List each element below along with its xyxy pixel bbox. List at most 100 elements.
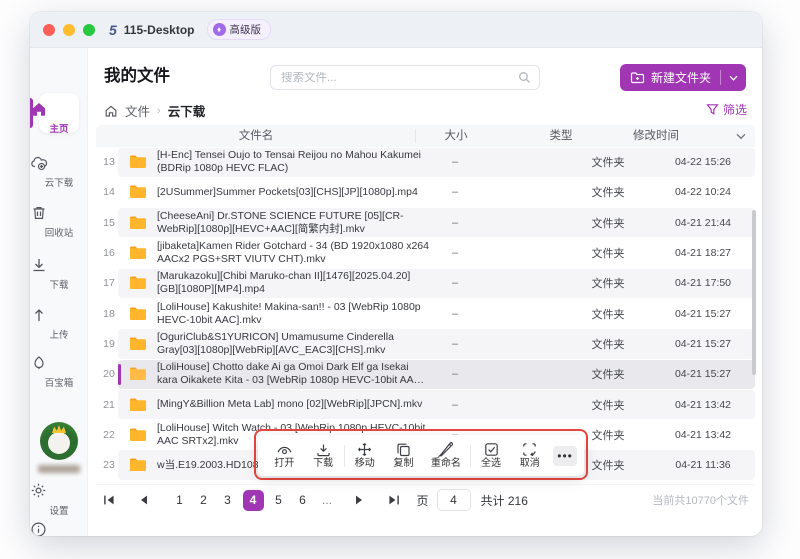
page-number-active[interactable]: 4	[242, 489, 264, 511]
move-arrows-icon	[357, 442, 372, 457]
deselect-button[interactable]: 取消	[510, 438, 549, 474]
traffic-lights	[43, 23, 95, 36]
select-all-button[interactable]: 全选	[472, 438, 511, 474]
sidebar-item-cloud-download[interactable]: 云下载	[30, 154, 88, 189]
prev-page-button[interactable]	[135, 490, 153, 511]
sidebar-item-about[interactable]: 关于	[30, 521, 88, 536]
window-zoom-button[interactable]	[83, 23, 95, 36]
table-row[interactable]: 17 [Marukazoku][Chibi Maruko-chan II][14…	[96, 268, 755, 298]
file-modified: 04-21 13:42	[674, 398, 732, 411]
more-actions-button[interactable]: •••	[553, 445, 577, 466]
page-input[interactable]	[436, 489, 471, 511]
next-page-button[interactable]	[350, 490, 368, 511]
column-header-type[interactable]: 类型	[521, 125, 661, 147]
folder-icon	[129, 275, 146, 290]
table-row[interactable]: 15 [CheeseAni] Dr.STONE SCIENCE FUTURE […	[96, 208, 755, 238]
premium-badge-label: 高级版	[229, 24, 262, 36]
page-number[interactable]: 6	[294, 490, 312, 511]
sidebar-item-toolbox[interactable]: 百宝箱	[30, 354, 88, 389]
home-icon	[30, 100, 88, 118]
file-modified: 04-21 18:27	[674, 247, 732, 260]
open-button[interactable]: 打开	[265, 438, 304, 474]
file-name: [Marukazoku][Chibi Maruko-chan II][1476]…	[157, 270, 411, 296]
last-page-button[interactable]	[385, 490, 403, 511]
breadcrumb-root[interactable]: 文件	[125, 101, 150, 120]
cloud-download-icon	[30, 154, 88, 172]
sidebar-item-label: 上传	[49, 330, 69, 341]
sidebar-item-settings[interactable]: 设置	[30, 482, 88, 517]
file-name: [OguriClub&S1YURICON] Umamusume Cinderel…	[157, 330, 394, 356]
file-size: –	[451, 247, 459, 260]
table-row[interactable]: 19 [OguriClub&S1YURICON] Umamusume Cinde…	[96, 329, 755, 359]
file-size: –	[451, 186, 459, 199]
page-number[interactable]: 5	[270, 490, 288, 511]
file-modified: 04-21 17:50	[674, 277, 732, 290]
table-row[interactable]: 18 [LoliHouse] Kakushite! Makina-san!! -…	[96, 298, 755, 328]
annotation-highlight-box: 打开 下载 移动 复制 重命名 全选 取消 •••	[254, 429, 588, 480]
table-row-selected[interactable]: 20 [LoliHouse] Chotto dake Ai ga Omoi Da…	[96, 359, 755, 389]
page-number[interactable]: 3	[219, 490, 237, 511]
app-logo-icon: 5	[109, 21, 117, 38]
breadcrumb-home-icon[interactable]	[104, 104, 118, 118]
file-type: 文件夹	[591, 278, 625, 291]
file-name: [2USummer]Summer Pockets[03][CHS][JP][10…	[157, 185, 418, 198]
rename-button[interactable]: 重命名	[423, 438, 469, 474]
premium-badge[interactable]: ♦ 高级版	[206, 19, 271, 40]
file-modified: 04-21 11:36	[675, 459, 731, 472]
sidebar-item-home[interactable]: 主页	[30, 93, 88, 135]
avatar-crown	[52, 425, 66, 433]
deselect-icon	[522, 442, 537, 457]
sidebar-item-download[interactable]: 下载	[30, 256, 88, 291]
sidebar-item-label: 主页	[49, 124, 69, 135]
table-header: 文件名 大小 类型 修改时间	[96, 125, 755, 147]
download-icon	[30, 256, 88, 274]
move-button[interactable]: 移动	[345, 438, 384, 474]
search-input[interactable]	[281, 71, 518, 84]
scrollbar-thumb[interactable]	[752, 210, 756, 375]
column-header-modified[interactable]: 修改时间	[606, 125, 706, 147]
content-pane: 我的文件 新建文件夹	[88, 48, 762, 536]
file-modified: 04-21 15:27	[674, 337, 732, 350]
app-title: 115-Desktop	[123, 22, 195, 37]
copy-button[interactable]: 复制	[384, 438, 423, 474]
folder-icon	[129, 336, 146, 351]
files-count-summary: 当前共10770个文件	[652, 495, 749, 507]
open-eye-icon	[276, 443, 293, 457]
trash-icon	[30, 204, 88, 222]
username-redacted	[38, 465, 80, 473]
sidebar-item-recycle-bin[interactable]: 回收站	[30, 204, 88, 239]
column-header-size[interactable]: 大小	[416, 125, 556, 147]
download-icon	[316, 443, 331, 457]
file-name: [LoliHouse] Kakushite! Makina-san!! - 03…	[157, 300, 421, 326]
column-header-name[interactable]: 文件名	[156, 125, 416, 147]
avatar[interactable]	[40, 422, 78, 460]
download-button[interactable]: 下载	[304, 438, 343, 474]
table-row[interactable]: 21 [MingY&Billion Meta Lab] mono [02][We…	[96, 389, 755, 420]
floating-action-bar: 打开 下载 移动 复制 重命名 全选 取消 •••	[258, 435, 584, 476]
column-settings-chevron-icon[interactable]	[733, 125, 749, 140]
page-number[interactable]: 2	[195, 490, 213, 511]
sidebar-item-upload[interactable]: 上传	[30, 306, 88, 341]
file-modified: 04-21 13:42	[674, 428, 732, 441]
sidebar-item-label: 云下载	[44, 178, 74, 189]
info-icon	[30, 521, 88, 536]
window-minimize-button[interactable]	[63, 23, 75, 36]
table-row[interactable]: 14 [2USummer]Summer Pockets[03][CHS][JP]…	[96, 177, 755, 207]
new-folder-button[interactable]: 新建文件夹	[620, 69, 720, 86]
file-modified: 04-21 15:27	[674, 368, 732, 381]
new-folder-dropdown-button[interactable]	[721, 75, 746, 81]
copy-icon	[396, 442, 411, 457]
file-size: –	[451, 398, 459, 411]
table-row[interactable]: 13 [H-Enc] Tensei Oujo to Tensai Reijou …	[96, 147, 755, 177]
file-size: –	[451, 337, 459, 350]
filter-button[interactable]: 筛选	[706, 101, 747, 118]
avatar-figure	[48, 432, 70, 454]
table-row[interactable]: 16 [jibaketa]Kamen Rider Gotchard - 34 (…	[96, 238, 755, 268]
page-number[interactable]: 1	[171, 490, 189, 511]
file-size: –	[451, 156, 459, 169]
funnel-icon	[706, 103, 719, 116]
file-name: [CheeseAni] Dr.STONE SCIENCE FUTURE [05]…	[157, 209, 404, 235]
first-page-button[interactable]	[100, 490, 118, 511]
window-close-button[interactable]	[43, 23, 55, 36]
desktop-background: 5 115-Desktop ♦ 高级版 主页 云下载 回收站 下载 上传 百宝箱…	[0, 0, 800, 559]
